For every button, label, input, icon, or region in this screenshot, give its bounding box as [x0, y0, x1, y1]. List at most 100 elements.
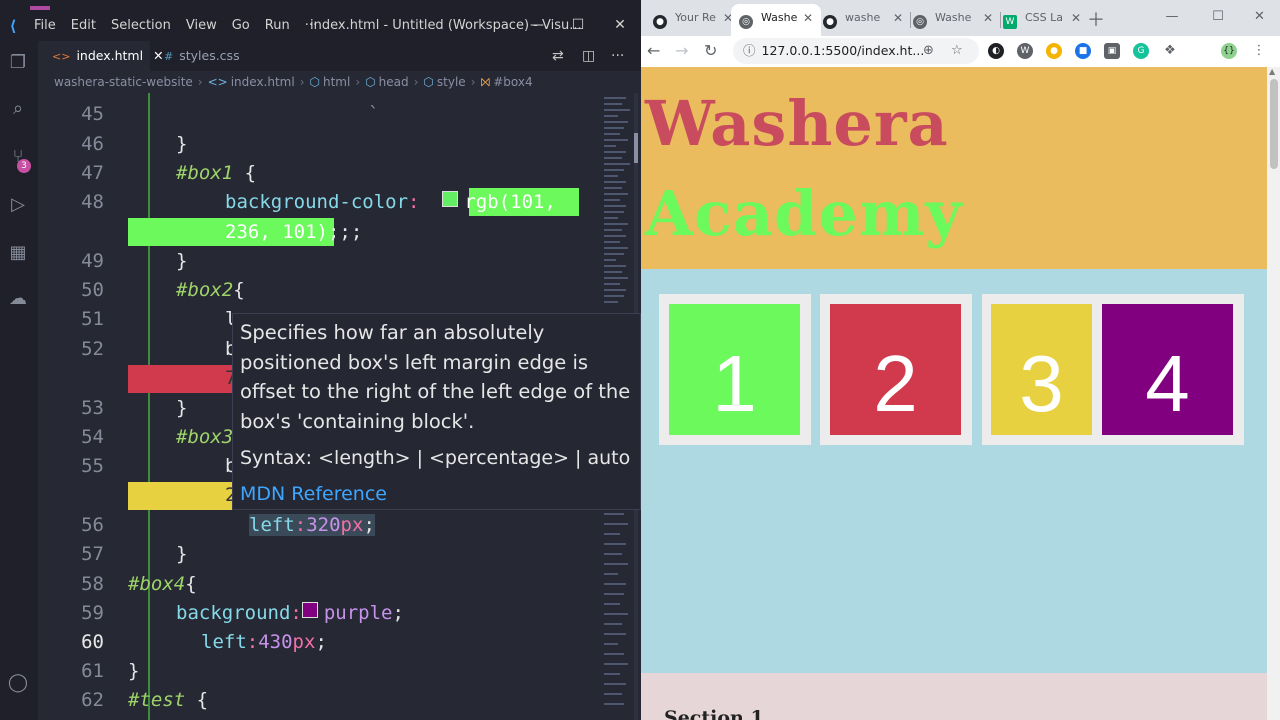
code-line: #test {: [128, 689, 209, 711]
maximize-icon[interactable]: ☐: [1195, 0, 1241, 34]
breadcrumb: washera-static-website › <> index.html › ⬡ htm…: [54, 75, 533, 89]
color-picker-icon[interactable]: ●: [1046, 43, 1062, 59]
code-line: }: [176, 250, 188, 272]
line-number: 49: [81, 250, 104, 272]
color-swatch-green[interactable]: [442, 191, 459, 207]
more-actions-icon[interactable]: ···: [611, 41, 624, 71]
tab-close-icon[interactable]: ✕: [983, 4, 993, 32]
git-gutter-added: [148, 93, 150, 720]
minimize-icon[interactable]: —: [1149, 0, 1195, 34]
extension-icon[interactable]: ■: [1075, 43, 1091, 59]
remote-explorer-icon[interactable]: ☁: [6, 287, 30, 311]
activity-bar: ❐ ⌕ ⑂ 3 ▷ ▦ ☁ ◯: [0, 41, 38, 720]
hover-description: Specifies how far an absolutely position…: [240, 321, 631, 433]
selector-test: #test: [128, 689, 186, 711]
menu-view[interactable]: View: [186, 18, 217, 33]
browser-menu-icon[interactable]: ⋮: [1251, 43, 1267, 59]
scroll-up-icon[interactable]: ▲: [1269, 67, 1275, 76]
breadcrumb-selector[interactable]: #box4: [493, 75, 532, 89]
rgb-value: rgb(101,: [464, 191, 556, 213]
forward-icon[interactable]: →: [675, 36, 688, 66]
extensions-puzzle-icon[interactable]: ❖: [1162, 43, 1178, 59]
tab-styles-css[interactable]: # styles.css: [150, 41, 262, 71]
scrollbar-thumb[interactable]: [1270, 79, 1278, 169]
close-window-icon[interactable]: ✕: [598, 10, 641, 41]
line-number: 53: [81, 397, 104, 419]
browser-tab-active[interactable]: ◎ Washe ✕: [731, 4, 821, 36]
globe-icon: ◎: [913, 15, 927, 29]
mdn-reference-link[interactable]: MDN Reference: [240, 480, 387, 509]
line-number: 58: [81, 573, 104, 595]
scm-badge: 3: [17, 159, 31, 173]
vscode-titlebar: ⟨ File Edit Selection View Go Run ··· in…: [0, 10, 641, 41]
tab-index-html[interactable]: <> index.html ✕: [38, 41, 164, 71]
tab-close-icon[interactable]: ✕: [1071, 4, 1081, 32]
selector-box3: #box3: [176, 426, 234, 448]
address-bar[interactable]: ⓘ 127.0.0.1:5500/index.ht... ⊕ ☆: [733, 38, 979, 64]
split-editor-icon[interactable]: ◫: [582, 41, 595, 71]
line-number: 62: [81, 689, 104, 711]
close-window-icon[interactable]: ✕: [1239, 0, 1280, 34]
line-number: 55: [81, 455, 104, 477]
html-file-icon: <>: [52, 50, 71, 63]
browser-tab[interactable]: ◎ Washe ✕: [905, 4, 1001, 36]
code-line: #box3: [176, 426, 233, 448]
bookmark-star-icon[interactable]: ☆: [951, 38, 963, 64]
line-number: 48: [81, 191, 104, 213]
menu-run[interactable]: Run: [265, 18, 290, 33]
breadcrumb-folder[interactable]: washera-static-website: [54, 75, 193, 89]
menu-selection[interactable]: Selection: [111, 18, 171, 33]
browser-tab[interactable]: W CSS La ✕: [995, 4, 1089, 36]
extensions-icon[interactable]: ▦: [6, 241, 30, 265]
browser-tab[interactable]: ● washe ✕: [815, 4, 911, 36]
profile-avatar[interactable]: {}: [1221, 43, 1237, 59]
breadcrumb-style[interactable]: style: [437, 75, 466, 89]
section-title: Section 1: [664, 707, 764, 720]
browser-window: ● Your Re ✕ ◎ Washe ✕ ● washe ✕ ◎ Washe ✕ W CSS L…: [641, 0, 1280, 720]
code-line: #box1 {: [176, 162, 257, 184]
zoom-icon[interactable]: ⊕: [923, 38, 934, 64]
menu-edit[interactable]: Edit: [71, 18, 96, 33]
page-title-line1: Washera: [645, 87, 949, 160]
line-number: 47: [81, 162, 104, 184]
search-icon[interactable]: ⌕: [6, 97, 30, 121]
element-icon: ⬡: [423, 75, 434, 89]
wordpress-icon[interactable]: W: [1017, 43, 1033, 59]
new-tab-icon[interactable]: ＋: [1087, 6, 1105, 32]
extension-icon[interactable]: ◐: [988, 43, 1004, 59]
explorer-icon[interactable]: ❐: [6, 51, 30, 75]
minimize-icon[interactable]: —: [515, 10, 559, 41]
reload-icon[interactable]: ↻: [704, 36, 717, 66]
code-line-highlighted: left:320px;: [249, 514, 375, 536]
line-number: 59: [81, 602, 104, 624]
breadcrumb-html[interactable]: html: [323, 75, 350, 89]
code-line: }: [128, 660, 140, 682]
menu-file[interactable]: File: [34, 18, 56, 33]
tab-close-icon[interactable]: ✕: [803, 4, 813, 32]
breadcrumb-head[interactable]: head: [379, 75, 409, 89]
run-debug-icon[interactable]: ▷: [6, 193, 30, 217]
account-icon[interactable]: ◯: [6, 671, 30, 695]
extension-icon[interactable]: ▣: [1104, 43, 1120, 59]
code-line: }: [176, 543, 188, 565]
property-name: background-color: [225, 191, 409, 213]
editor-scrollbar-thumb[interactable]: [634, 133, 638, 163]
line-number: 54: [81, 426, 104, 448]
back-icon[interactable]: ←: [647, 36, 660, 66]
selector-icon: ⨝: [480, 75, 491, 89]
browser-tab[interactable]: ● Your Re ✕: [645, 4, 741, 36]
maximize-icon[interactable]: ☐: [556, 10, 600, 41]
menu-go[interactable]: Go: [232, 18, 250, 33]
info-icon[interactable]: ⓘ: [743, 43, 756, 58]
url-text[interactable]: 127.0.0.1:5500/index.ht...: [762, 43, 925, 58]
compare-changes-icon[interactable]: ⇄: [552, 41, 564, 71]
color-swatch-purple[interactable]: [301, 602, 318, 618]
selector-box2: #box2: [176, 279, 234, 301]
breadcrumb-file[interactable]: index.html: [231, 75, 295, 89]
tab-close-icon[interactable]: ✕: [893, 4, 903, 32]
page-scrollbar[interactable]: ▲: [1267, 67, 1280, 720]
browser-tabstrip: ● Your Re ✕ ◎ Washe ✕ ● washe ✕ ◎ Washe ✕ W CSS L…: [641, 0, 1280, 36]
box-2: 2: [830, 304, 961, 435]
selector-box4: #box4: [128, 573, 186, 595]
grammarly-icon[interactable]: G: [1133, 43, 1149, 59]
